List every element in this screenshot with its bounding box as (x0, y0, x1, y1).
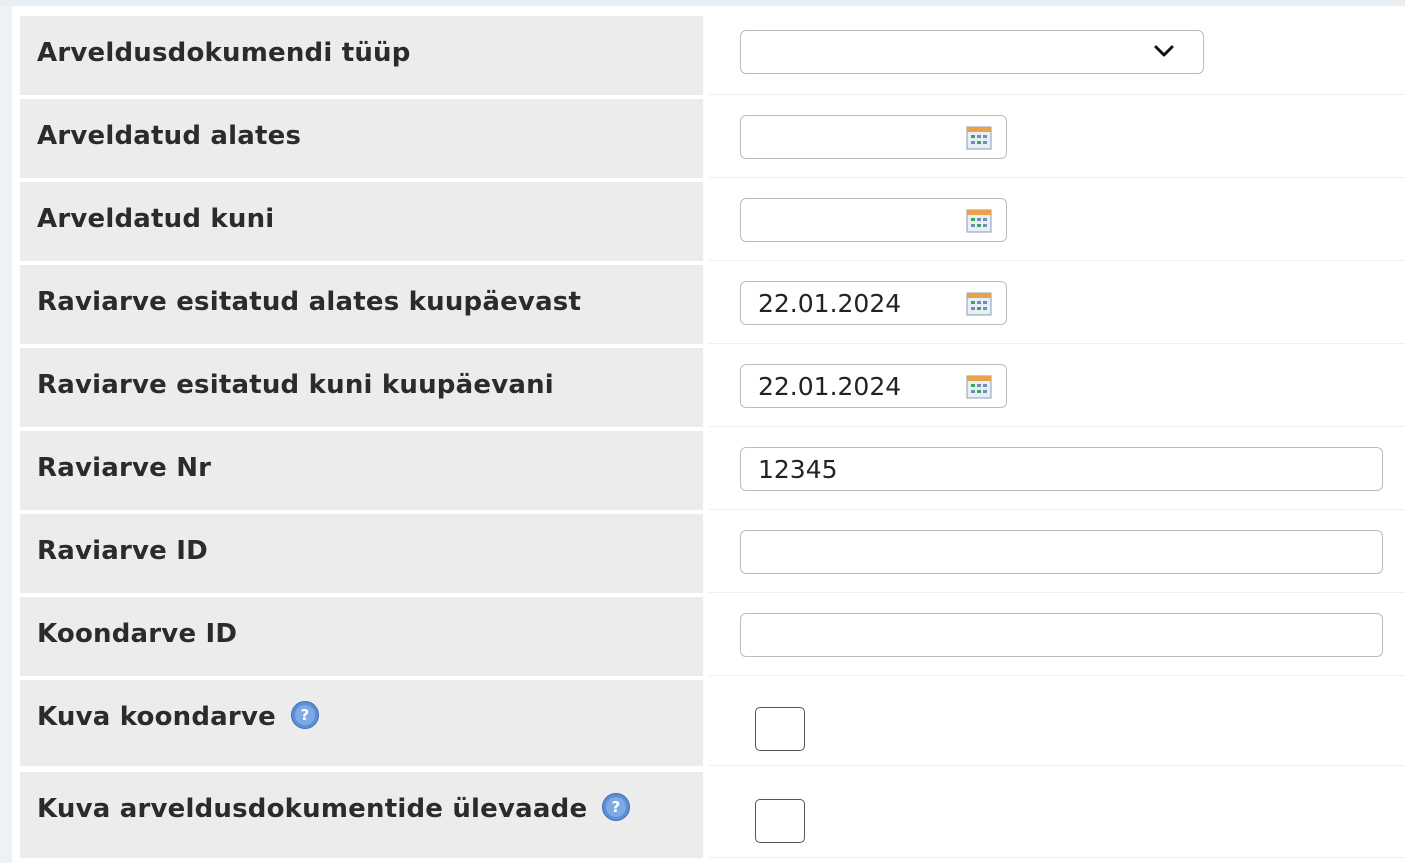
show-settlement-docs-overview-label-group: Kuva arveldusdokumentide ülevaade ? (37, 792, 631, 824)
calendar-icon[interactable] (966, 375, 992, 399)
consolidated-invoice-id-input[interactable] (740, 613, 1383, 657)
svg-text:?: ? (300, 706, 309, 724)
label-cell: Raviarve esitatud alates kuupäevast (20, 265, 703, 344)
settled-until-date-input[interactable] (740, 198, 1007, 242)
invoice-submitted-from-date-input[interactable]: 22.01.2024 (740, 281, 1007, 325)
label-cell: Arveldusdokumendi tüüp (20, 16, 703, 95)
settled-until-label: Arveldatud kuni (37, 204, 275, 234)
label-cell: Raviarve ID (20, 514, 703, 593)
invoice-id-input[interactable] (740, 530, 1383, 574)
row-invoice-number: Raviarve Nr 12345 (20, 431, 1405, 510)
row-show-consolidated-invoice: Kuva koondarve ? (20, 680, 1405, 766)
settled-from-date-input[interactable] (740, 115, 1007, 159)
row-invoice-submitted-until: Raviarve esitatud kuni kuupäevani 22.01.… (20, 348, 1405, 427)
help-icon[interactable]: ? (601, 792, 631, 822)
invoice-number-value: 12345 (758, 455, 838, 484)
value-cell (709, 597, 1405, 676)
settlement-doc-type-select[interactable] (740, 30, 1204, 74)
value-cell (709, 16, 1405, 95)
row-consolidated-invoice-id: Koondarve ID (20, 597, 1405, 676)
consolidated-invoice-id-label: Koondarve ID (37, 619, 238, 649)
show-consolidated-invoice-label-group: Kuva koondarve ? (37, 700, 320, 732)
label-cell: Raviarve Nr (20, 431, 703, 510)
svg-text:?: ? (612, 798, 621, 816)
row-settlement-doc-type: Arveldusdokumendi tüüp (20, 16, 1405, 95)
invoice-submitted-until-label: Raviarve esitatud kuni kuupäevani (37, 370, 554, 400)
row-show-settlement-docs-overview: Kuva arveldusdokumentide ülevaade ? (20, 772, 1405, 858)
label-cell: Arveldatud alates (20, 99, 703, 178)
show-settlement-docs-overview-checkbox[interactable] (755, 799, 805, 843)
calendar-icon[interactable] (966, 292, 992, 316)
row-settled-from: Arveldatud alates (20, 99, 1405, 178)
show-consolidated-invoice-checkbox[interactable] (755, 707, 805, 751)
row-invoice-id: Raviarve ID (20, 514, 1405, 593)
help-icon[interactable]: ? (290, 700, 320, 730)
value-cell (709, 772, 1405, 858)
search-form: Arveldusdokumendi tüüp Arveldatud alates (0, 0, 1405, 863)
calendar-icon[interactable] (966, 209, 992, 233)
value-cell (709, 514, 1405, 593)
invoice-number-input[interactable]: 12345 (740, 447, 1383, 491)
invoice-submitted-from-label: Raviarve esitatud alates kuupäevast (37, 287, 582, 317)
invoice-number-label: Raviarve Nr (37, 453, 212, 483)
label-cell: Kuva arveldusdokumentide ülevaade ? (20, 772, 703, 858)
chevron-down-icon[interactable] (1153, 40, 1175, 62)
value-cell: 22.01.2024 (709, 348, 1405, 427)
value-cell (709, 99, 1405, 178)
invoice-id-label: Raviarve ID (37, 536, 208, 566)
show-consolidated-invoice-label: Kuva koondarve (37, 702, 276, 732)
calendar-icon[interactable] (966, 126, 992, 150)
invoice-submitted-until-value: 22.01.2024 (758, 372, 902, 401)
value-cell (709, 680, 1405, 766)
invoice-submitted-until-date-input[interactable]: 22.01.2024 (740, 364, 1007, 408)
label-cell: Kuva koondarve ? (20, 680, 703, 766)
settlement-doc-type-label: Arveldusdokumendi tüüp (37, 38, 411, 68)
settled-from-label: Arveldatud alates (37, 121, 302, 151)
row-invoice-submitted-from: Raviarve esitatud alates kuupäevast 22.0… (20, 265, 1405, 344)
label-cell: Raviarve esitatud kuni kuupäevani (20, 348, 703, 427)
invoice-submitted-from-value: 22.01.2024 (758, 289, 902, 318)
show-settlement-docs-overview-label: Kuva arveldusdokumentide ülevaade (37, 794, 588, 824)
row-settled-until: Arveldatud kuni (20, 182, 1405, 261)
value-cell: 22.01.2024 (709, 265, 1405, 344)
label-cell: Arveldatud kuni (20, 182, 703, 261)
value-cell: 12345 (709, 431, 1405, 510)
label-cell: Koondarve ID (20, 597, 703, 676)
value-cell (709, 182, 1405, 261)
